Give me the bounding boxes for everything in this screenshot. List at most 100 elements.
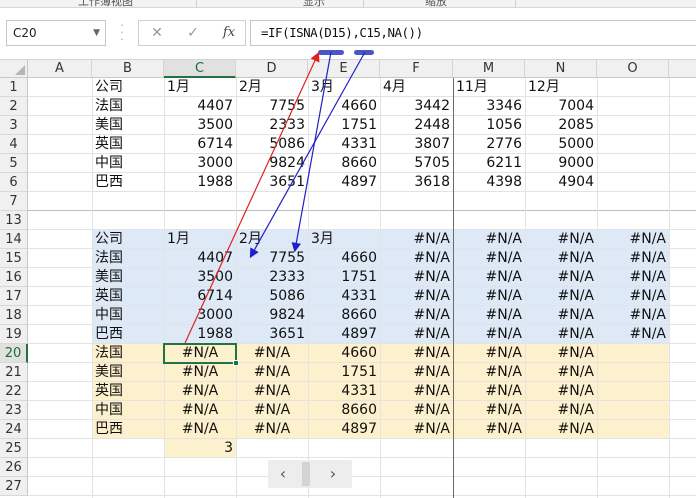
table-cell[interactable]: #N/A xyxy=(380,306,453,325)
table-cell[interactable]: 2448 xyxy=(380,116,453,135)
drag-handle-icon[interactable]: · · · xyxy=(118,20,126,45)
row-header-5[interactable]: 5 xyxy=(0,154,28,173)
fill-handle[interactable] xyxy=(233,360,239,366)
table-cell[interactable]: 公司 xyxy=(92,230,164,249)
table-cell[interactable]: 巴西 xyxy=(92,173,164,192)
table-cell[interactable]: 5000 xyxy=(525,135,597,154)
table-cell[interactable]: #N/A xyxy=(453,325,525,344)
table-cell[interactable]: #N/A xyxy=(236,344,308,363)
table-cell[interactable]: #N/A xyxy=(597,287,669,306)
table-cell[interactable]: 3月 xyxy=(308,230,380,249)
column-header-n[interactable]: N xyxy=(525,60,597,78)
table-cell[interactable]: #N/A xyxy=(453,344,525,363)
table-cell[interactable]: 4660 xyxy=(308,249,380,268)
name-box[interactable]: C20 ▼ xyxy=(6,20,106,46)
table-cell[interactable]: #N/A xyxy=(236,363,308,382)
table-cell[interactable]: #N/A xyxy=(453,382,525,401)
row-header-15[interactable]: 15 xyxy=(0,249,28,268)
table-cell[interactable]: 英国 xyxy=(92,382,164,401)
scroll-thumb[interactable] xyxy=(302,462,310,486)
table-cell[interactable]: 6714 xyxy=(164,135,236,154)
table-cell[interactable]: 美国 xyxy=(92,363,164,382)
table-cell[interactable]: 4398 xyxy=(453,173,525,192)
table-cell[interactable]: 3807 xyxy=(380,135,453,154)
table-cell[interactable]: 2085 xyxy=(525,116,597,135)
table-cell[interactable]: 5705 xyxy=(380,154,453,173)
table-cell[interactable]: #N/A xyxy=(453,363,525,382)
row-header-4[interactable]: 4 xyxy=(0,135,28,154)
table-cell[interactable]: 8660 xyxy=(308,401,380,420)
table-cell[interactable]: 1751 xyxy=(308,116,380,135)
row-header-24[interactable]: 24 xyxy=(0,420,28,439)
table-cell[interactable]: #N/A xyxy=(453,401,525,420)
table-cell[interactable]: 1月 xyxy=(164,78,236,97)
table-cell[interactable]: #N/A xyxy=(380,230,453,249)
table-cell[interactable]: #N/A xyxy=(380,382,453,401)
table-cell[interactable]: 3442 xyxy=(380,97,453,116)
column-header-o[interactable]: O xyxy=(597,60,669,78)
column-header-f[interactable]: F xyxy=(380,60,453,78)
table-cell[interactable]: 7755 xyxy=(236,249,308,268)
table-cell[interactable]: #N/A xyxy=(453,249,525,268)
table-cell[interactable]: 巴西 xyxy=(92,325,164,344)
row-header-17[interactable]: 17 xyxy=(0,287,28,306)
table-cell[interactable]: 4407 xyxy=(164,249,236,268)
chevron-down-icon[interactable]: ▼ xyxy=(93,21,100,45)
row-header-7[interactable]: 7 xyxy=(0,192,28,211)
table-cell[interactable]: 3500 xyxy=(164,116,236,135)
table-cell[interactable]: 2月 xyxy=(236,230,308,249)
table-cell[interactable]: 6211 xyxy=(453,154,525,173)
table-cell[interactable]: #N/A xyxy=(236,420,308,439)
table-cell[interactable]: #N/A xyxy=(164,420,236,439)
table-cell[interactable]: 公司 xyxy=(92,78,164,97)
table-cell[interactable]: #N/A xyxy=(380,363,453,382)
table-cell[interactable]: #N/A xyxy=(525,363,597,382)
table-cell[interactable]: 1056 xyxy=(453,116,525,135)
row-header-25[interactable]: 25 xyxy=(0,439,28,458)
table-cell[interactable]: 2333 xyxy=(236,268,308,287)
table-cell[interactable]: 法国 xyxy=(92,249,164,268)
table-cell[interactable]: 3000 xyxy=(164,154,236,173)
formula-input[interactable]: =IF(ISNA(D15),C15,NA()) xyxy=(250,20,696,46)
table-cell[interactable]: #N/A xyxy=(380,325,453,344)
table-cell[interactable]: 中国 xyxy=(92,306,164,325)
table-cell[interactable]: #N/A xyxy=(236,382,308,401)
row-header-6[interactable]: 6 xyxy=(0,173,28,192)
table-cell[interactable]: 3651 xyxy=(236,173,308,192)
select-all-corner[interactable] xyxy=(0,60,28,78)
table-cell[interactable]: 1988 xyxy=(164,173,236,192)
table-cell[interactable]: #N/A xyxy=(453,420,525,439)
table-cell[interactable]: 3月 xyxy=(308,78,380,97)
table-cell[interactable]: #N/A xyxy=(525,249,597,268)
row-header-26[interactable]: 26 xyxy=(0,458,28,477)
table-cell[interactable]: #N/A xyxy=(380,287,453,306)
table-cell[interactable]: 美国 xyxy=(92,268,164,287)
table-cell[interactable]: 2776 xyxy=(453,135,525,154)
table-cell[interactable]: 4407 xyxy=(164,97,236,116)
table-cell[interactable]: 英国 xyxy=(92,135,164,154)
row-header-27[interactable]: 27 xyxy=(0,477,28,496)
table-cell[interactable]: #N/A xyxy=(525,230,597,249)
column-header-c[interactable]: C xyxy=(164,60,236,78)
table-cell[interactable]: #N/A xyxy=(380,249,453,268)
table-cell[interactable]: 4897 xyxy=(308,173,380,192)
table-cell[interactable]: #N/A xyxy=(380,401,453,420)
row-header-19[interactable]: 19 xyxy=(0,325,28,344)
table-cell[interactable]: 3000 xyxy=(164,306,236,325)
row-header-21[interactable]: 21 xyxy=(0,363,28,382)
table-cell[interactable]: 4660 xyxy=(308,344,380,363)
table-cell[interactable]: 法国 xyxy=(92,97,164,116)
table-cell[interactable]: #N/A xyxy=(380,420,453,439)
table-cell[interactable]: #N/A xyxy=(525,401,597,420)
table-cell[interactable]: #N/A xyxy=(525,325,597,344)
table-cell[interactable]: #N/A xyxy=(525,420,597,439)
row-header-20[interactable]: 20 xyxy=(0,344,28,363)
row-header-16[interactable]: 16 xyxy=(0,268,28,287)
table-cell[interactable]: 1751 xyxy=(308,268,380,287)
table-cell[interactable]: 4897 xyxy=(308,420,380,439)
table-cell[interactable]: 6714 xyxy=(164,287,236,306)
column-header-d[interactable]: D xyxy=(236,60,308,78)
table-cell[interactable]: 巴西 xyxy=(92,420,164,439)
table-cell[interactable]: 7755 xyxy=(236,97,308,116)
table-cell[interactable]: 9000 xyxy=(525,154,597,173)
